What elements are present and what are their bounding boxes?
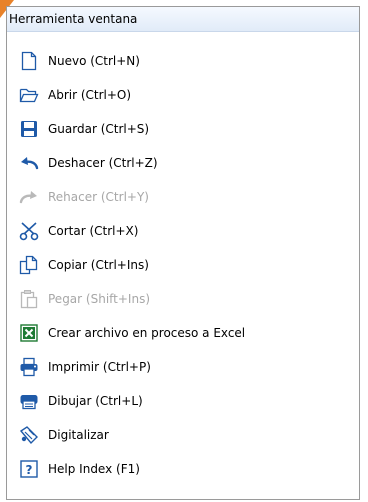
- excel-icon: [19, 323, 39, 343]
- menu-item-label: Nuevo (Ctrl+N): [48, 54, 140, 68]
- paste-icon: [19, 289, 39, 309]
- menu-item-new[interactable]: Nuevo (Ctrl+N): [19, 44, 359, 78]
- menu-item-label: Digitalizar: [48, 428, 109, 442]
- menu-item-open[interactable]: Abrir (Ctrl+O): [19, 78, 359, 112]
- menu-item-draw[interactable]: Dibujar (Ctrl+L): [19, 384, 359, 418]
- menu-item-copy[interactable]: Copiar (Ctrl+Ins): [19, 248, 359, 282]
- menu-item-paste[interactable]: Pegar (Shift+Ins): [19, 282, 359, 316]
- menu-item-label: Copiar (Ctrl+Ins): [48, 258, 149, 272]
- plotter-icon: [19, 391, 39, 411]
- digitize-icon: [19, 425, 39, 445]
- new-document-icon: [19, 51, 39, 71]
- window-title: Herramienta ventana: [7, 7, 359, 32]
- undo-icon: [19, 153, 39, 173]
- help-icon: ?: [19, 459, 39, 479]
- copy-icon: [19, 255, 39, 275]
- menu-item-label: Deshacer (Ctrl+Z): [48, 156, 158, 170]
- scissors-icon: [19, 221, 39, 241]
- menu-item-help[interactable]: ? Help Index (F1): [19, 452, 359, 486]
- menu-item-label: Dibujar (Ctrl+L): [48, 394, 143, 408]
- menu-item-label: Rehacer (Ctrl+Y): [48, 190, 149, 204]
- save-disk-icon: [19, 119, 39, 139]
- menu-item-digitize[interactable]: Digitalizar: [19, 418, 359, 452]
- menu-item-export-excel[interactable]: Crear archivo en proceso a Excel: [19, 316, 359, 350]
- menu-item-label: Imprimir (Ctrl+P): [48, 360, 151, 374]
- menu-item-undo[interactable]: Deshacer (Ctrl+Z): [19, 146, 359, 180]
- printer-icon: [19, 357, 39, 377]
- menu-item-redo[interactable]: Rehacer (Ctrl+Y): [19, 180, 359, 214]
- menu-item-label: Help Index (F1): [48, 462, 140, 476]
- menu-item-cut[interactable]: Cortar (Ctrl+X): [19, 214, 359, 248]
- menu-item-label: Guardar (Ctrl+S): [48, 122, 150, 136]
- tool-window-panel: Herramienta ventana Nuevo (Ctrl+N) Abrir…: [6, 6, 360, 500]
- tool-menu: Nuevo (Ctrl+N) Abrir (Ctrl+O) Guardar (C…: [19, 44, 359, 486]
- menu-item-print[interactable]: Imprimir (Ctrl+P): [19, 350, 359, 384]
- menu-item-label: Abrir (Ctrl+O): [48, 88, 132, 102]
- menu-item-label: Crear archivo en proceso a Excel: [48, 326, 246, 340]
- svg-text:?: ?: [26, 463, 33, 477]
- redo-icon: [19, 187, 39, 207]
- menu-item-label: Cortar (Ctrl+X): [48, 224, 139, 238]
- menu-item-save[interactable]: Guardar (Ctrl+S): [19, 112, 359, 146]
- menu-item-label: Pegar (Shift+Ins): [48, 292, 150, 306]
- open-folder-icon: [19, 85, 39, 105]
